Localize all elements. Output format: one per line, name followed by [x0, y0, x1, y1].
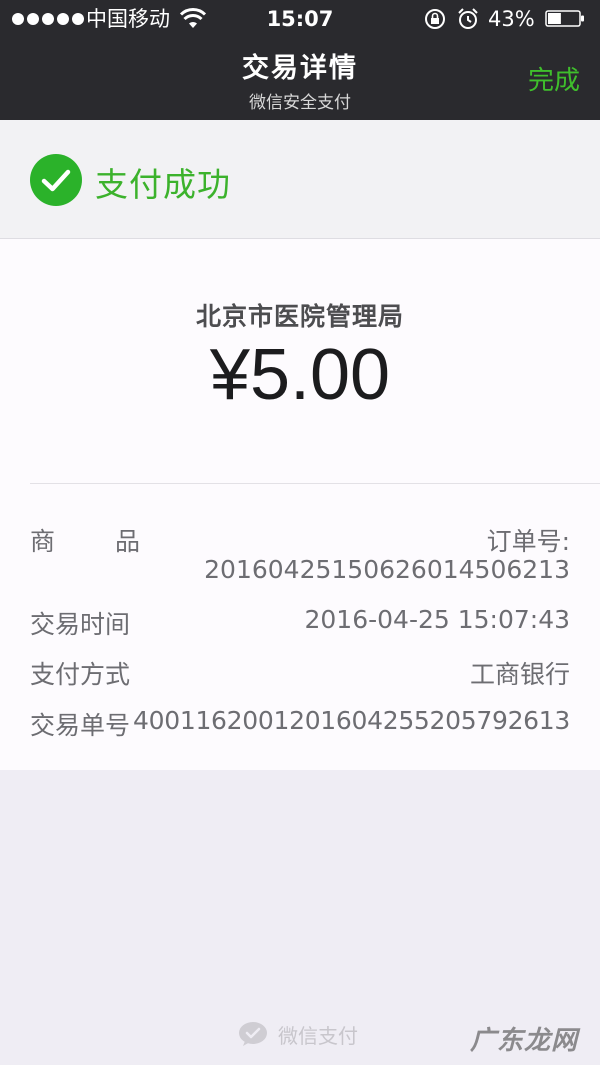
status-bar: 中国移动 15:07 43%	[0, 0, 600, 38]
wechat-pay-footer: 微信支付	[238, 1018, 358, 1050]
transaction-card: 北京市医院管理局 ¥5.00 商 品 订单号: 2016042515062601…	[0, 239, 600, 770]
goods-label-char: 商	[30, 527, 56, 556]
payment-method-label: 支付方式	[30, 660, 131, 689]
transaction-time-value: 2016-04-25 15:07:43	[304, 605, 570, 634]
payment-amount: ¥5.00	[209, 335, 391, 415]
battery-percent: 43%	[488, 7, 535, 31]
divider	[30, 483, 600, 484]
payment-method-value: 工商银行	[469, 660, 570, 689]
alarm-icon	[458, 8, 478, 29]
wechat-pay-icon	[239, 1022, 267, 1046]
order-number-label: 订单号:	[486, 527, 570, 556]
wechat-pay-brand-text: 微信支付	[278, 1023, 358, 1048]
transaction-time-label: 交易时间	[30, 610, 131, 639]
transaction-number-label: 交易单号	[30, 711, 131, 740]
page-subtitle: 微信安全支付	[249, 93, 351, 113]
order-number-value: 20160425150626014506213	[204, 555, 570, 584]
top-bar: 中国移动 15:07 43% 交易详情 微信安全支付 完成	[0, 0, 600, 120]
watermark-logo: 广东龙网	[469, 1026, 578, 1056]
rotation-lock-icon	[425, 9, 445, 29]
transaction-number-value: 4001162001201604255205792613	[133, 706, 570, 735]
battery-icon	[545, 10, 584, 27]
check-circle-icon	[30, 154, 82, 206]
goods-label: 商 品	[30, 522, 140, 558]
page-title: 交易详情	[242, 53, 358, 84]
payment-status-text: 支付成功	[95, 165, 231, 204]
goods-label-char: 品	[114, 527, 140, 556]
done-button[interactable]: 完成	[528, 60, 580, 97]
merchant-name: 北京市医院管理局	[195, 302, 404, 331]
payment-status-banner: 支付成功	[0, 120, 600, 239]
